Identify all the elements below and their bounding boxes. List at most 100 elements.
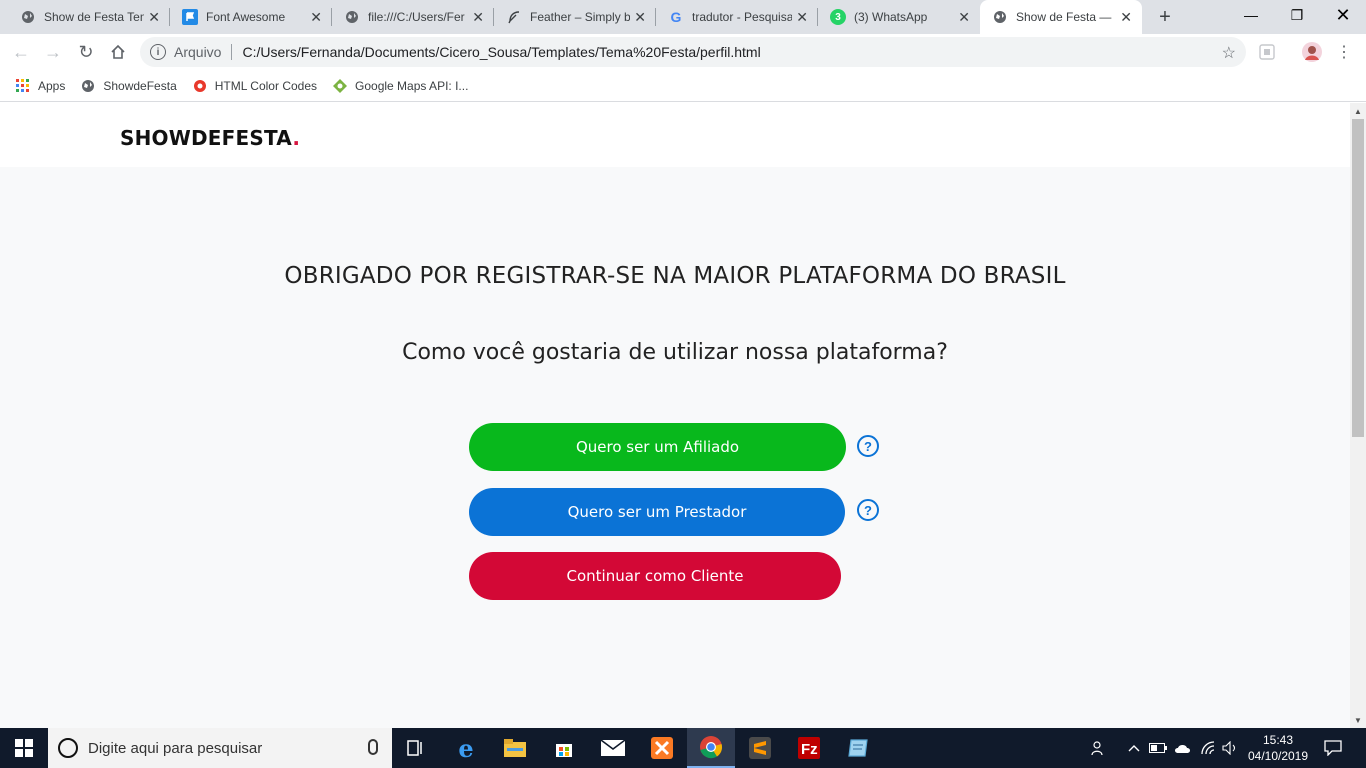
mail-icon[interactable] (589, 728, 637, 768)
page-title: OBRIGADO POR REGISTRAR-SE NA MAIOR PLATA… (284, 263, 1066, 289)
notification-center-icon[interactable] (1320, 728, 1346, 768)
star-icon[interactable]: ☆ (1222, 43, 1236, 63)
close-icon[interactable]: ✕ (310, 9, 322, 25)
close-icon[interactable]: ✕ (1120, 9, 1132, 25)
chrome-icon[interactable] (687, 728, 735, 768)
clock-time: 15:43 (1262, 733, 1294, 747)
windows-taskbar: Digite aqui para pesquisar e Fz 15:43 04… (0, 728, 1366, 768)
tab-title: file:///C:/Users/Fer (368, 10, 465, 24)
browser-toolbar: ← → ↻ i Arquivo C:/Users/Fernanda/Docume… (0, 34, 1366, 70)
browser-tab[interactable]: file:///C:/Users/Fer ✕ (332, 0, 494, 34)
bookmark-apps[interactable]: Apps (16, 78, 66, 93)
volume-icon[interactable] (1220, 728, 1240, 768)
color-codes-icon (193, 79, 207, 93)
close-window-button[interactable]: ✕ (1320, 0, 1366, 30)
client-button[interactable]: Continuar como Cliente (469, 552, 841, 600)
chevron-up-icon[interactable] (1124, 728, 1144, 768)
edge-browser-icon[interactable]: e (442, 728, 490, 768)
notepad-icon[interactable] (834, 728, 882, 768)
close-icon[interactable]: ✕ (634, 9, 646, 25)
globe-icon (20, 9, 36, 25)
sublime-text-icon[interactable] (736, 728, 784, 768)
tab-title: Show de Festa — (1016, 10, 1112, 24)
battery-icon[interactable] (1148, 728, 1168, 768)
page-subtitle: Como você gostaria de utilizar nossa pla… (402, 340, 948, 365)
wifi-icon[interactable] (1198, 728, 1218, 768)
store-icon[interactable] (540, 728, 588, 768)
file-explorer-icon[interactable] (491, 728, 539, 768)
globe-icon (992, 9, 1008, 25)
minimize-button[interactable]: — (1228, 0, 1274, 30)
browser-tab-active[interactable]: Show de Festa — ✕ (980, 0, 1142, 34)
cortana-icon (58, 738, 78, 758)
provider-button[interactable]: Quero ser um Prestador (469, 488, 845, 536)
tab-title: Feather – Simply b (530, 10, 630, 24)
google-icon: G (670, 9, 682, 25)
brand-dot: . (292, 126, 301, 150)
page-content: SHOWDEFESTA. OBRIGADO POR REGISTRAR-SE N… (0, 103, 1350, 728)
new-tab-button[interactable]: + (1154, 6, 1176, 29)
affiliate-button[interactable]: Quero ser um Afiliado (469, 423, 846, 471)
microphone-icon[interactable] (368, 739, 378, 755)
taskbar-clock[interactable]: 15:43 04/10/2019 (1240, 732, 1316, 764)
onedrive-cloud-icon[interactable] (1172, 728, 1194, 768)
affiliate-help-icon[interactable]: ? (857, 435, 879, 457)
address-url[interactable]: C:/Users/Fernanda/Documents/Cicero_Sousa… (242, 44, 760, 60)
close-icon[interactable]: ✕ (958, 9, 970, 25)
bookmark-label: ShowdeFesta (103, 78, 177, 93)
scrollbar-thumb[interactable] (1352, 119, 1364, 437)
globe-icon (344, 9, 360, 25)
xampp-icon[interactable] (638, 728, 686, 768)
site-header: SHOWDEFESTA. (0, 103, 1350, 167)
address-bar[interactable]: i Arquivo C:/Users/Fernanda/Documents/Ci… (140, 37, 1246, 67)
whatsapp-icon: 3 (830, 9, 846, 25)
task-view-icon[interactable] (392, 728, 440, 768)
tab-title: Font Awesome (206, 10, 286, 24)
provider-help-icon[interactable]: ? (857, 499, 879, 521)
taskbar-search-input[interactable]: Digite aqui para pesquisar (48, 728, 392, 768)
browser-tab[interactable]: 3 (3) WhatsApp ✕ (818, 0, 980, 34)
filezilla-icon[interactable]: Fz (785, 728, 833, 768)
back-arrow-icon[interactable]: ← (10, 41, 32, 63)
bookmark-showdefesta[interactable]: ShowdeFesta (81, 78, 177, 93)
svg-text:Fz: Fz (801, 741, 818, 758)
address-scheme-label: Arquivo (174, 44, 222, 60)
forward-arrow-icon[interactable]: → (42, 41, 64, 63)
tab-title: (3) WhatsApp (854, 10, 928, 24)
tab-strip: Show de Festa Tem ✕ Font Awesome ✕ file:… (0, 0, 1366, 34)
bookmark-label: HTML Color Codes (214, 78, 318, 93)
browser-tab[interactable]: Show de Festa Tem ✕ (8, 0, 170, 34)
restore-button[interactable]: ❐ (1274, 0, 1320, 30)
close-icon[interactable]: ✕ (148, 9, 160, 25)
brand-logo[interactable]: SHOWDEFESTA. (120, 126, 300, 150)
page-scrollbar[interactable]: ▲ ▼ (1350, 103, 1366, 728)
browser-tab[interactable]: Font Awesome ✕ (170, 0, 332, 34)
globe-icon (81, 79, 95, 93)
menu-kebab-icon[interactable]: ⋮ (1333, 41, 1355, 63)
browser-tab[interactable]: Feather – Simply b ✕ (494, 0, 656, 34)
tab-title: Show de Festa Tem (44, 10, 144, 24)
bookmark-html-color-codes[interactable]: HTML Color Codes (193, 79, 317, 93)
info-icon[interactable]: i (150, 44, 166, 60)
windows-start-icon[interactable] (0, 728, 48, 768)
clock-date: 04/10/2019 (1247, 749, 1309, 763)
home-icon[interactable] (107, 41, 129, 63)
profile-avatar-icon[interactable] (1301, 41, 1323, 63)
bookmark-google-maps-api[interactable]: Google Maps API: I... (333, 78, 468, 93)
bookmark-label: Apps (38, 78, 66, 93)
extension-icon[interactable] (1256, 41, 1278, 63)
people-icon[interactable] (1088, 728, 1110, 768)
apps-grid-icon (16, 78, 30, 93)
reload-icon[interactable]: ↻ (75, 41, 97, 63)
browser-tab[interactable]: G tradutor - Pesquisa ✕ (656, 0, 818, 34)
close-icon[interactable]: ✕ (472, 9, 484, 25)
flag-icon (182, 9, 198, 25)
scroll-up-icon[interactable]: ▲ (1350, 103, 1366, 119)
tab-title: tradutor - Pesquisa (692, 10, 792, 24)
maps-icon (333, 78, 348, 93)
bookmarks-bar: Apps ShowdeFesta HTML Color Codes Google… (0, 70, 1366, 102)
close-icon[interactable]: ✕ (796, 9, 808, 25)
scroll-down-icon[interactable]: ▼ (1350, 712, 1366, 728)
feather-icon (506, 9, 522, 25)
taskbar-search-placeholder: Digite aqui para pesquisar (88, 739, 263, 757)
